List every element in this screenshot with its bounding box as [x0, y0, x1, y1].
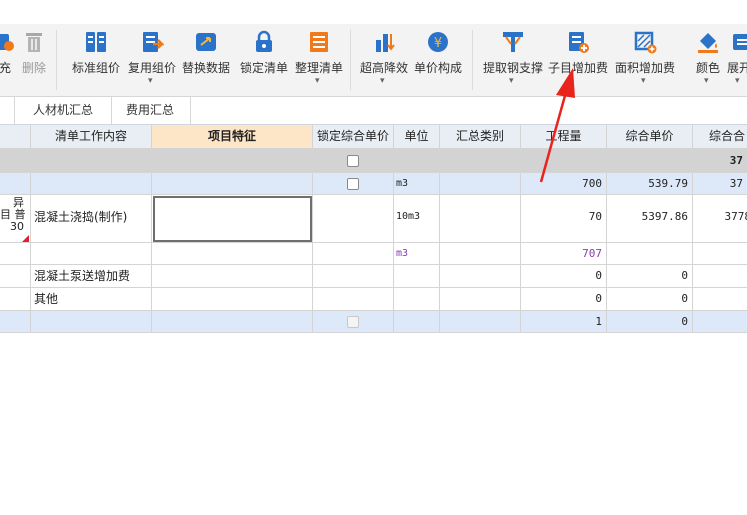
annotation-arrow: [539, 68, 575, 183]
arrow-shaft: [539, 91, 568, 183]
arrow-head: [556, 68, 575, 98]
